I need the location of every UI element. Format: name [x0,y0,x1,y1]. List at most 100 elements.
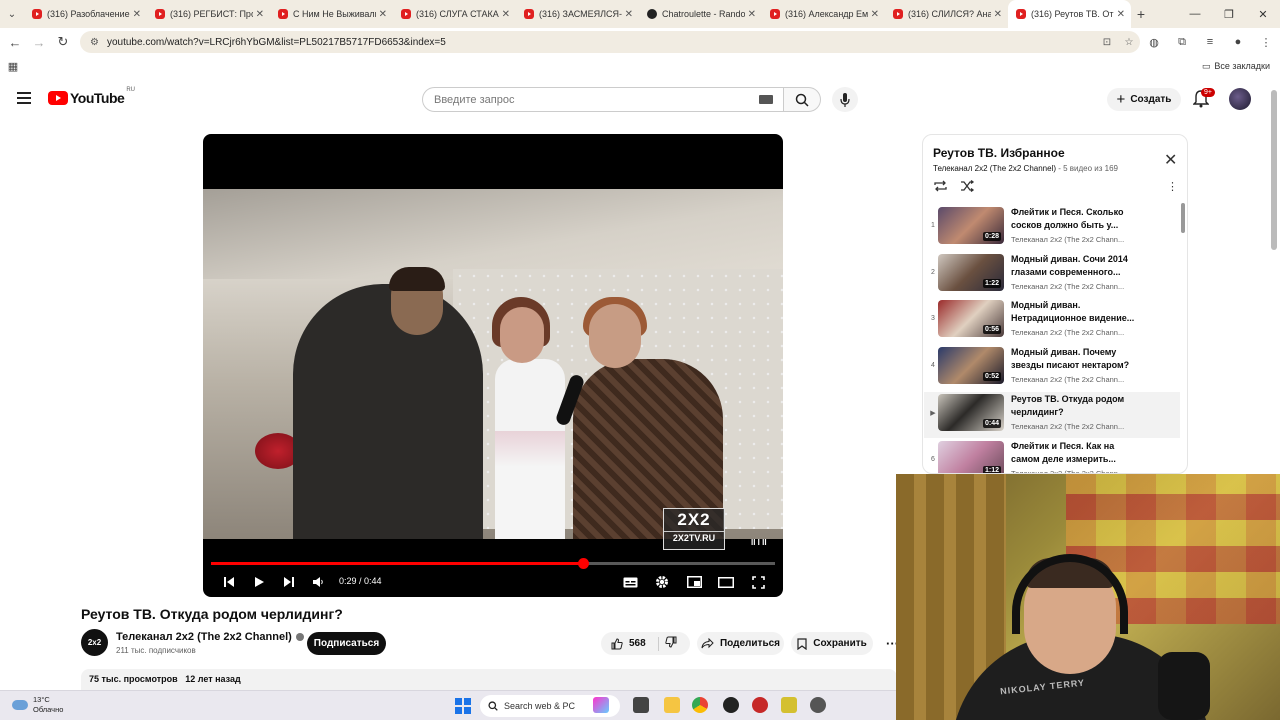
browser-tab[interactable]: (316) Разоблачение ✕ [24,0,147,28]
playlist-item-title[interactable]: Флейтик и Песя. Сколько сосков должно бы… [1011,206,1141,232]
playlist-channel[interactable]: Телеканал 2x2 (The 2x2 Channel) [933,164,1056,173]
previous-video-button[interactable] [220,574,238,590]
playlist-item[interactable]: ▶ 0:44 Реутов ТВ. Откуда родом черлидинг? Т… [924,391,1180,438]
subtitles-button[interactable] [621,574,639,590]
share-button[interactable]: Поделиться [697,632,784,655]
like-button[interactable]: 568 [601,636,659,651]
close-tab-icon[interactable]: ✕ [502,9,510,20]
playlist-item-thumbnail[interactable]: 1:12 [938,440,1004,473]
forward-button[interactable]: → [27,35,51,50]
install-app-icon[interactable]: ⊡ [1096,37,1118,48]
address-bar[interactable]: ⚙ youtube.com/watch?v=LRCjr6hYbGM&list=P… [80,31,1140,53]
shuffle-button[interactable] [960,179,975,195]
playlist-item-thumbnail[interactable]: 0:56 [938,300,1004,338]
profile-avatar-icon[interactable]: ● [1224,36,1252,48]
app-icon-gray[interactable] [810,697,826,713]
browser-menu-icon[interactable]: ⋮ [1252,36,1280,49]
youtube-logo[interactable]: YouTube RU [48,87,135,106]
search-input[interactable]: Введите запрос [422,87,784,112]
close-tab-icon[interactable]: ✕ [625,9,633,20]
playlist-scrollbar[interactable] [1181,203,1185,233]
browser-tab[interactable]: (316) Реутов ТВ. Отк ✕ [1008,0,1131,28]
start-button[interactable] [455,698,471,714]
video-player[interactable]: 2X2 2X2TV.RU II I II 0:29 / 0:44 [203,134,783,597]
channel-avatar[interactable]: 2x2 [81,629,108,656]
close-tab-icon[interactable]: ✕ [994,9,1002,20]
app-icon-dark[interactable] [723,697,739,713]
browser-tab[interactable]: (316) СЛУГА СТАКАН ✕ [393,0,516,28]
close-window-button[interactable]: ✕ [1246,8,1280,21]
playlist-item[interactable]: 2 1:22 Модный диван. Сочи 2014 глазами сов… [924,252,1180,298]
playlist-item[interactable]: 6 1:12 Флейтик и Песя. Как на самом деле и… [924,439,1180,473]
account-avatar[interactable] [1229,88,1251,110]
playlist-item-title[interactable]: Модный диван. Нетрадиционное видение... [1011,299,1141,325]
site-info-icon[interactable]: ⚙ [90,37,99,48]
volume-button[interactable] [309,574,327,590]
playlist-item-thumbnail[interactable]: 0:28 [938,207,1004,244]
create-button[interactable]: + Создать [1107,88,1181,111]
browser-tab[interactable]: (316) СЛИЛСЯ? Анат ✕ [885,0,1008,28]
menu-icon[interactable] [17,92,31,104]
voice-search-button[interactable] [832,87,858,112]
weather-widget[interactable]: 13°C Облачно [12,695,63,715]
playlist-item-title[interactable]: Модный диван. Почему звезды писают некта… [1011,346,1141,372]
browser-tab[interactable]: Chatroulette - Rando ✕ [639,0,762,28]
playlist-menu-button[interactable]: ⋮ [1167,180,1178,193]
close-tab-icon[interactable]: ✕ [748,9,756,20]
playlist-item-title[interactable]: Флейтик и Песя. Как на самом деле измери… [1011,440,1141,466]
minimize-button[interactable]: — [1178,8,1212,20]
chrome-icon[interactable] [692,697,708,713]
playlist-title[interactable]: Реутов ТВ. Избранное [933,146,1065,160]
app-icon-red[interactable] [752,697,768,713]
search-button[interactable] [783,87,821,112]
close-tab-icon[interactable]: ✕ [1117,9,1125,20]
app-icon-yellow[interactable] [781,697,797,713]
apps-grid-icon[interactable]: ▦ [0,60,26,73]
browser-tab[interactable]: (316) РЕГБИСТ: Проб ✕ [147,0,270,28]
settings-button[interactable] [653,574,671,590]
channel-name-link[interactable]: Телеканал 2x2 (The 2x2 Channel) [116,631,304,643]
media-controls-icon[interactable]: ≡ [1196,36,1224,48]
file-explorer-icon[interactable] [664,697,680,713]
playlist-item[interactable]: 1 0:28 Флейтик и Песя. Сколько сосков долж… [924,205,1180,251]
playlist-item-thumbnail[interactable]: 0:52 [938,347,1004,385]
next-video-button[interactable] [280,574,298,590]
playlist-item-thumbnail[interactable]: 1:22 [938,253,1004,291]
close-tab-icon[interactable]: ✕ [871,9,879,20]
close-tab-icon[interactable]: ✕ [256,9,264,20]
back-button[interactable]: ← [3,35,27,50]
theater-mode-button[interactable] [717,574,735,590]
bookmark-star-icon[interactable]: ☆ [1118,37,1140,48]
close-tab-icon[interactable]: ✕ [133,9,141,20]
miniplayer-button[interactable] [685,574,703,590]
save-button[interactable]: Сохранить [791,632,873,655]
dislike-button[interactable] [659,636,677,651]
playlist-item-title[interactable]: Реутов ТВ. Откуда родом черлидинг? [1011,393,1141,419]
video-frame[interactable] [203,189,783,539]
playlist-item[interactable]: 3 0:56 Модный диван. Нетрадиционное видени… [924,298,1180,344]
extensions-icon[interactable]: ⧉ [1168,36,1196,49]
play-button[interactable] [250,574,268,590]
all-bookmarks-button[interactable]: ▭ Все закладки [1202,61,1270,72]
keyboard-icon[interactable] [759,95,773,104]
playlist-item-title[interactable]: Модный диван. Сочи 2014 глазами современ… [1011,253,1141,279]
browser-tab[interactable]: С Ним Не Выживали ✕ [270,0,393,28]
playlist-item[interactable]: 4 0:52 Модный диван. Почему звезды писают … [924,345,1180,391]
subscribe-button[interactable]: Подписаться [307,632,386,655]
progress-scrubber[interactable] [578,558,590,569]
new-tab-button[interactable]: + [1131,6,1151,22]
fullscreen-button[interactable] [749,574,767,590]
page-scrollbar[interactable] [1271,90,1277,250]
loop-playlist-button[interactable] [933,180,948,195]
task-view-icon[interactable] [633,697,649,713]
playlist-item-thumbnail[interactable]: 0:44 [938,393,1004,431]
reload-button[interactable]: ↻ [51,34,75,50]
close-playlist-button[interactable]: ✕ [1164,150,1177,170]
progress-bar[interactable] [211,558,775,569]
close-tab-icon[interactable]: ✕ [379,9,387,20]
translate-icon[interactable]: ◍ [1140,36,1168,49]
maximize-button[interactable]: ❐ [1212,8,1246,21]
browser-tab[interactable]: (316) ЗАСМЕЯЛСЯ-П ✕ [516,0,639,28]
tab-search-button[interactable]: ⌄ [0,0,24,28]
browser-tab[interactable]: (316) Александр Ем ✕ [762,0,885,28]
